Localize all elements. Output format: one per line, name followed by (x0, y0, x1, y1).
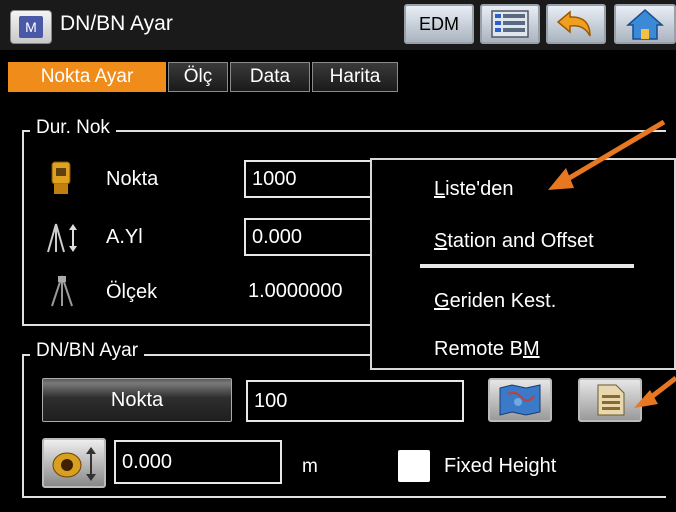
station-point-label: Nokta (106, 168, 159, 190)
scale-tripod-icon (50, 274, 74, 313)
home-icon (626, 8, 664, 40)
station-point-input[interactable]: 1000 (244, 160, 374, 198)
tab-bar: Nokta Ayar Ölç Data Harita (0, 62, 676, 94)
document-list-icon (597, 384, 625, 416)
tab-data[interactable]: Data (230, 62, 310, 92)
backsight-options-menu: Liste'den Station and Offset Geriden Kes… (370, 158, 676, 370)
app-icon-letter: M (19, 16, 43, 38)
menu-item-geriden-kest[interactable]: Geriden Kest. (434, 290, 556, 313)
list-select-button[interactable] (578, 378, 642, 422)
instrument-height-icon (46, 220, 80, 261)
scale-value: 1.0000000 (248, 280, 343, 302)
list-icon (491, 10, 529, 38)
home-button[interactable] (614, 4, 676, 44)
instrument-icon (48, 160, 74, 201)
menu-item-liste[interactable]: Liste'den (434, 178, 513, 201)
scale-label: Ölçek (106, 281, 158, 303)
edm-button[interactable]: EDM (404, 4, 474, 44)
height-measure-button[interactable] (42, 438, 106, 488)
map-icon (499, 384, 541, 416)
tab-harita[interactable]: Harita (312, 62, 398, 92)
target-height-input[interactable]: 0.000 (114, 440, 282, 484)
menu-item-station-offset[interactable]: Station and Offset (434, 230, 594, 253)
height-unit-label: m (302, 456, 318, 477)
window-title: DN/BN Ayar (60, 12, 173, 35)
back-button[interactable] (546, 4, 606, 44)
instrument-height-label: A.Yl (106, 226, 143, 248)
menu-separator (420, 264, 634, 268)
tab-olc[interactable]: Ölç (168, 62, 228, 92)
app-menu-icon[interactable]: M (10, 10, 52, 44)
back-arrow-icon (556, 10, 591, 37)
backsight-point-button[interactable]: Nokta (42, 378, 232, 422)
backsight-group-label: DN/BN Ayar (30, 340, 145, 362)
tab-nokta-ayar[interactable]: Nokta Ayar (8, 62, 166, 92)
fixed-height-label: Fixed Height (444, 455, 557, 477)
menu-item-remote-bm[interactable]: Remote BM (434, 338, 540, 361)
backsight-point-input[interactable]: 100 (246, 380, 464, 422)
prism-height-icon (52, 447, 96, 481)
instrument-height-input[interactable]: 0.000 (244, 218, 374, 256)
fixed-height-checkbox[interactable] (398, 450, 430, 482)
map-button[interactable] (488, 378, 552, 422)
station-group-label: Dur. Nok (30, 117, 116, 139)
list-button[interactable] (480, 4, 540, 44)
